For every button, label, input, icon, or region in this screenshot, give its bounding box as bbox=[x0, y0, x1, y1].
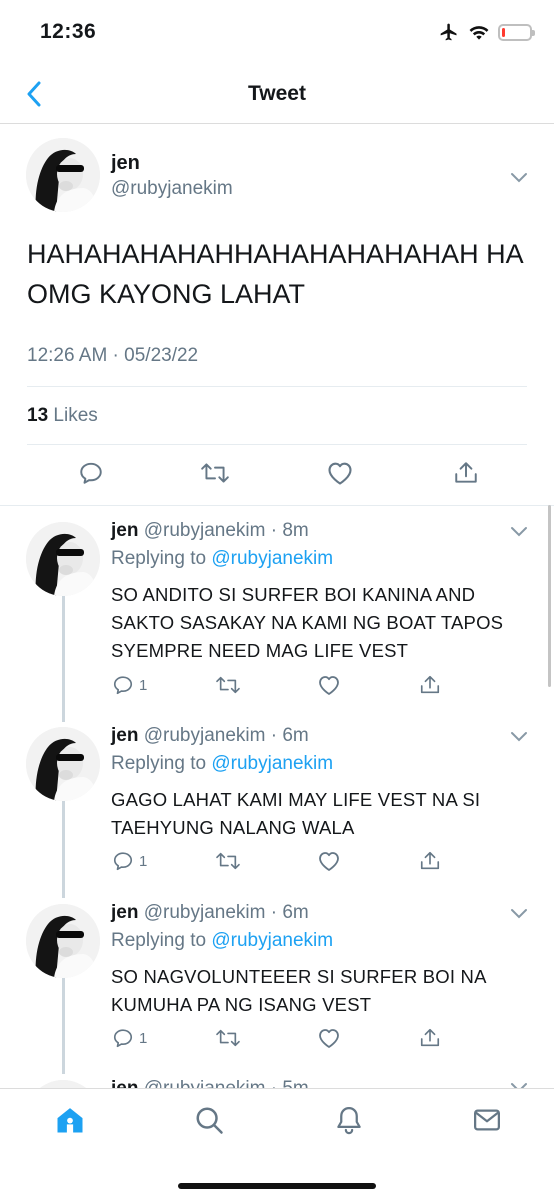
author-name[interactable]: jen bbox=[111, 520, 138, 541]
replying-to: Replying to @rubyjanekim bbox=[111, 930, 333, 952]
replying-to: Replying to @rubyjanekim bbox=[111, 753, 333, 775]
like-icon[interactable] bbox=[317, 1027, 341, 1049]
share-icon[interactable] bbox=[419, 674, 441, 696]
mention-link[interactable]: @rubyjanekim bbox=[211, 753, 333, 774]
battery-level bbox=[502, 27, 505, 37]
tweet-actions bbox=[0, 454, 554, 494]
like-icon[interactable] bbox=[326, 460, 354, 486]
chevron-down-icon[interactable] bbox=[510, 526, 528, 538]
reply-icon bbox=[113, 1029, 133, 1048]
author-handle[interactable]: @rubyjanekim bbox=[111, 178, 233, 200]
replying-prefix: Replying to bbox=[111, 753, 207, 774]
page-title: Tweet bbox=[248, 82, 306, 105]
retweet-icon[interactable] bbox=[215, 850, 241, 872]
reply-count: 1 bbox=[139, 676, 148, 694]
reply-button[interactable]: 1 bbox=[111, 674, 147, 696]
chevron-down-icon[interactable] bbox=[510, 908, 528, 920]
avatar-photo bbox=[26, 727, 100, 801]
avatar-photo bbox=[26, 522, 100, 596]
reply-count: 1 bbox=[139, 852, 148, 870]
chevron-down-icon[interactable] bbox=[510, 172, 528, 184]
reply-text: SO ANDITO SI SURFER BOI KANINA AND SAKTO… bbox=[111, 584, 504, 661]
nav-bar: Tweet bbox=[0, 64, 554, 124]
handle-time: @rubyjanekim · 6m bbox=[143, 902, 309, 923]
avatar[interactable] bbox=[26, 138, 100, 212]
tweet-text: HAHAHAHAHAHHAHAHAHAHAHAH HA OMG KAYONG L… bbox=[27, 239, 523, 309]
retweet-icon[interactable] bbox=[215, 1027, 241, 1049]
reply-tweet[interactable]: jen @rubyjanekim · 6m Replying to @rubyj… bbox=[0, 888, 554, 1058]
replying-prefix: Replying to bbox=[111, 548, 207, 569]
reply-header: jen @rubyjanekim · 6m bbox=[111, 902, 309, 924]
messages-icon[interactable] bbox=[472, 1105, 502, 1135]
avatar[interactable] bbox=[26, 727, 100, 801]
reply-icon bbox=[113, 676, 133, 695]
status-icons bbox=[438, 22, 535, 42]
share-icon[interactable] bbox=[419, 850, 441, 872]
reply-actions: 1 bbox=[111, 850, 531, 878]
replying-to: Replying to @rubyjanekim bbox=[111, 548, 333, 570]
handle-time: @rubyjanekim · 8m bbox=[143, 520, 309, 541]
reply-header: jen @rubyjanekim · 6m bbox=[111, 725, 309, 747]
likes-row[interactable]: 13 Likes bbox=[27, 405, 98, 427]
reply-tweet[interactable]: jen @rubyjanekim · 8m Replying to @rubyj… bbox=[0, 506, 554, 706]
mention-link[interactable]: @rubyjanekim bbox=[211, 930, 333, 951]
mention-link[interactable]: @rubyjanekim bbox=[211, 548, 333, 569]
status-bar: 12:36 bbox=[0, 0, 554, 64]
home-indicator[interactable] bbox=[178, 1183, 376, 1189]
reply-text: SO NAGVOLUNTEEER SI SURFER BOI NA KUMUHA… bbox=[111, 966, 486, 1015]
author-name[interactable]: jen bbox=[111, 725, 138, 746]
avatar-photo bbox=[26, 904, 100, 978]
author-name[interactable]: jen bbox=[111, 902, 138, 923]
retweet-icon[interactable] bbox=[215, 674, 241, 696]
wifi-icon bbox=[469, 26, 489, 40]
divider bbox=[27, 444, 527, 445]
avatar[interactable] bbox=[26, 522, 100, 596]
reply-button[interactable]: 1 bbox=[111, 850, 147, 872]
reply-header: jen @rubyjanekim · 8m bbox=[111, 520, 309, 542]
author-name[interactable]: jen bbox=[111, 152, 140, 175]
notifications-icon[interactable] bbox=[334, 1105, 364, 1135]
reply-tweet[interactable]: jen @rubyjanekim · 6m Replying to @rubyj… bbox=[0, 711, 554, 881]
share-icon[interactable] bbox=[453, 460, 479, 486]
like-icon[interactable] bbox=[317, 674, 341, 696]
battery-low-icon bbox=[498, 23, 535, 41]
reply-button[interactable]: 1 bbox=[111, 1027, 147, 1049]
reply-actions: 1 bbox=[111, 674, 531, 702]
handle-time: @rubyjanekim · 6m bbox=[143, 725, 309, 746]
reply-text: GAGO LAHAT KAMI MAY LIFE VEST NA SI TAEH… bbox=[111, 789, 481, 838]
chevron-down-icon[interactable] bbox=[510, 731, 528, 743]
retweet-icon[interactable] bbox=[200, 460, 230, 486]
main-tweet: jen @rubyjanekim HAHAHAHAHAHHAHAHAHAHAHA… bbox=[0, 124, 554, 506]
airplane-icon bbox=[440, 23, 457, 41]
like-icon[interactable] bbox=[317, 850, 341, 872]
reply-count: 1 bbox=[139, 1029, 148, 1047]
status-time: 12:36 bbox=[40, 20, 97, 43]
share-icon[interactable] bbox=[419, 1027, 441, 1049]
replying-prefix: Replying to bbox=[111, 930, 207, 951]
home-icon[interactable] bbox=[55, 1105, 85, 1135]
avatar[interactable] bbox=[26, 904, 100, 978]
tweet-timestamp: 12:26 AM · 05/23/22 bbox=[27, 345, 199, 366]
likes-label: Likes bbox=[53, 405, 98, 426]
reply-icon bbox=[113, 852, 133, 871]
scrollbar[interactable] bbox=[548, 505, 551, 687]
avatar-photo bbox=[26, 138, 100, 212]
likes-count: 13 bbox=[27, 405, 49, 426]
search-icon[interactable] bbox=[194, 1105, 224, 1135]
reply-icon[interactable] bbox=[78, 460, 104, 486]
reply-actions: 1 bbox=[111, 1027, 531, 1055]
divider bbox=[27, 386, 527, 387]
